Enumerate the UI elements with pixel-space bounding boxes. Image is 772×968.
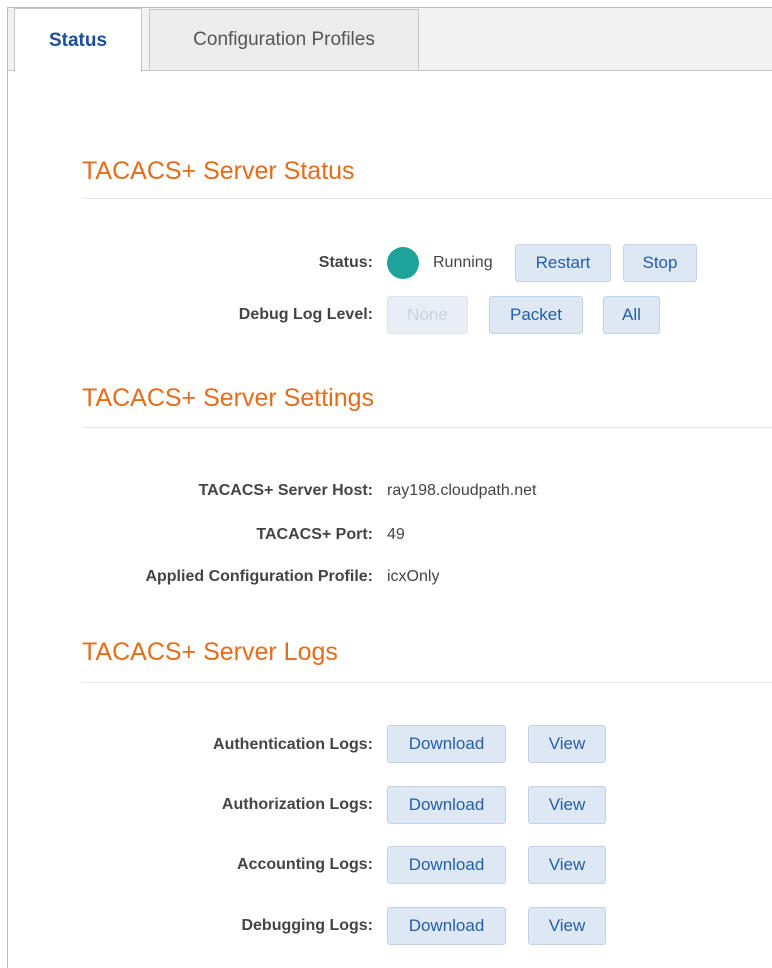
server-host-value: ray198.cloudpath.net [387,482,537,499]
authentication-logs-label: Authentication Logs: [213,736,373,753]
section-divider [82,198,772,199]
authentication-view-button[interactable]: View [528,725,606,763]
section-title-server-logs: TACACS+ Server Logs [82,638,338,666]
accounting-view-button[interactable]: View [528,846,606,884]
status-indicator-dot [387,247,419,279]
authorization-logs-label: Authorization Logs: [221,796,373,813]
section-title-server-settings: TACACS+ Server Settings [82,384,375,412]
applied-profile-value: icxOnly [387,568,440,585]
status-label: Status: [318,254,373,271]
tab-status[interactable]: Status [14,8,142,72]
applied-profile-label: Applied Configuration Profile: [145,568,373,585]
authorization-download-button[interactable]: Download [387,786,506,824]
tab-configuration-profiles[interactable]: Configuration Profiles [149,9,419,69]
debugging-view-button[interactable]: View [528,907,606,945]
accounting-download-button[interactable]: Download [387,846,506,884]
section-title-server-status: TACACS+ Server Status [82,157,355,185]
port-value: 49 [387,526,405,543]
section-divider [82,427,772,428]
debugging-logs-label: Debugging Logs: [241,917,373,934]
stop-button[interactable]: Stop [623,244,697,282]
debug-log-level-label: Debug Log Level: [238,306,373,323]
server-host-label: TACACS+ Server Host: [198,482,373,499]
authentication-download-button[interactable]: Download [387,725,506,763]
authorization-view-button[interactable]: View [528,786,606,824]
accounting-logs-label: Accounting Logs: [237,856,373,873]
section-divider [82,682,772,683]
debug-packet-button[interactable]: Packet [489,296,583,334]
debug-all-button[interactable]: All [603,296,660,334]
status-value: Running [433,254,493,271]
port-label: TACACS+ Port: [256,526,373,543]
restart-button[interactable]: Restart [515,244,611,282]
tab-bar: Status Configuration Profiles [8,8,772,72]
debugging-download-button[interactable]: Download [387,907,506,945]
debug-none-button[interactable]: None [387,296,468,334]
